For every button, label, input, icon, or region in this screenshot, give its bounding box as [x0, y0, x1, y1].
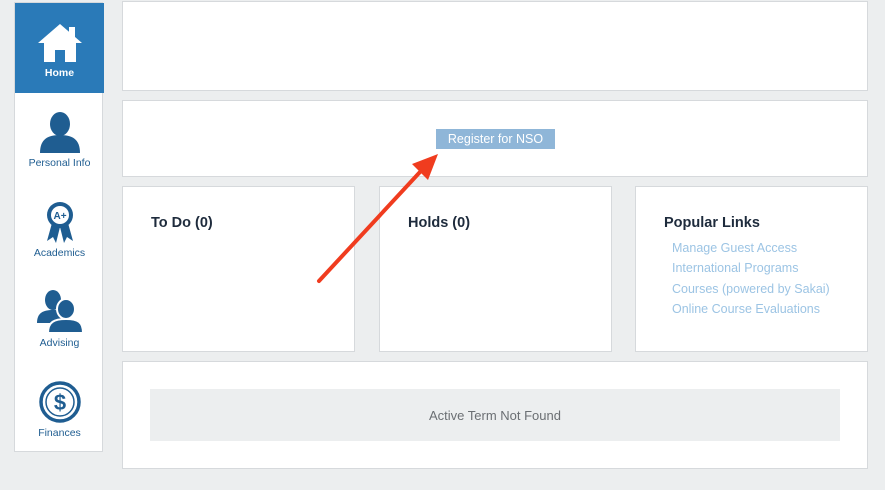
- person-icon: [38, 109, 82, 153]
- todo-card: To Do (0): [122, 186, 355, 352]
- holds-card: Holds (0): [379, 186, 612, 352]
- term-panel: Active Term Not Found: [122, 361, 868, 469]
- sidebar-item-label: Academics: [33, 247, 86, 259]
- sidebar-item-label: Finances: [38, 427, 81, 439]
- sidebar-item-advising[interactable]: Advising: [15, 273, 104, 363]
- sidebar-nav: Home Personal Info A+ Academics Advising…: [14, 2, 104, 453]
- svg-text:A+: A+: [53, 211, 66, 222]
- register-panel: Register for NSO: [122, 100, 868, 177]
- svg-text:$: $: [53, 390, 65, 415]
- link-international-programs[interactable]: International Programs: [672, 258, 830, 278]
- link-manage-guest-access[interactable]: Manage Guest Access: [672, 238, 830, 258]
- award-ribbon-icon: A+: [44, 199, 76, 243]
- popular-links-list: Manage Guest Access International Progra…: [672, 238, 830, 319]
- sidebar-item-home[interactable]: Home: [15, 3, 104, 93]
- todo-title[interactable]: To Do (0): [151, 215, 213, 231]
- link-courses-sakai[interactable]: Courses (powered by Sakai): [672, 279, 830, 299]
- popular-links-card: Popular Links Manage Guest Access Intern…: [635, 186, 868, 352]
- term-status-message: Active Term Not Found: [150, 389, 840, 441]
- popular-links-title: Popular Links: [664, 215, 760, 231]
- home-icon: [37, 19, 83, 63]
- sidebar-item-label: Advising: [39, 337, 80, 349]
- register-nso-button[interactable]: Register for NSO: [436, 129, 555, 149]
- sidebar-item-personal-info[interactable]: Personal Info: [15, 93, 104, 183]
- holds-title[interactable]: Holds (0): [408, 215, 470, 231]
- dollar-icon: $: [38, 379, 81, 423]
- sidebar-item-academics[interactable]: A+ Academics: [15, 183, 104, 273]
- sidebar-item-label: Home: [44, 67, 75, 79]
- sidebar-item-label: Personal Info: [28, 157, 91, 169]
- top-panel: [122, 1, 868, 91]
- link-online-course-evaluations[interactable]: Online Course Evaluations: [672, 299, 830, 319]
- people-icon: [36, 289, 84, 333]
- sidebar-item-finances[interactable]: $ Finances: [15, 363, 104, 453]
